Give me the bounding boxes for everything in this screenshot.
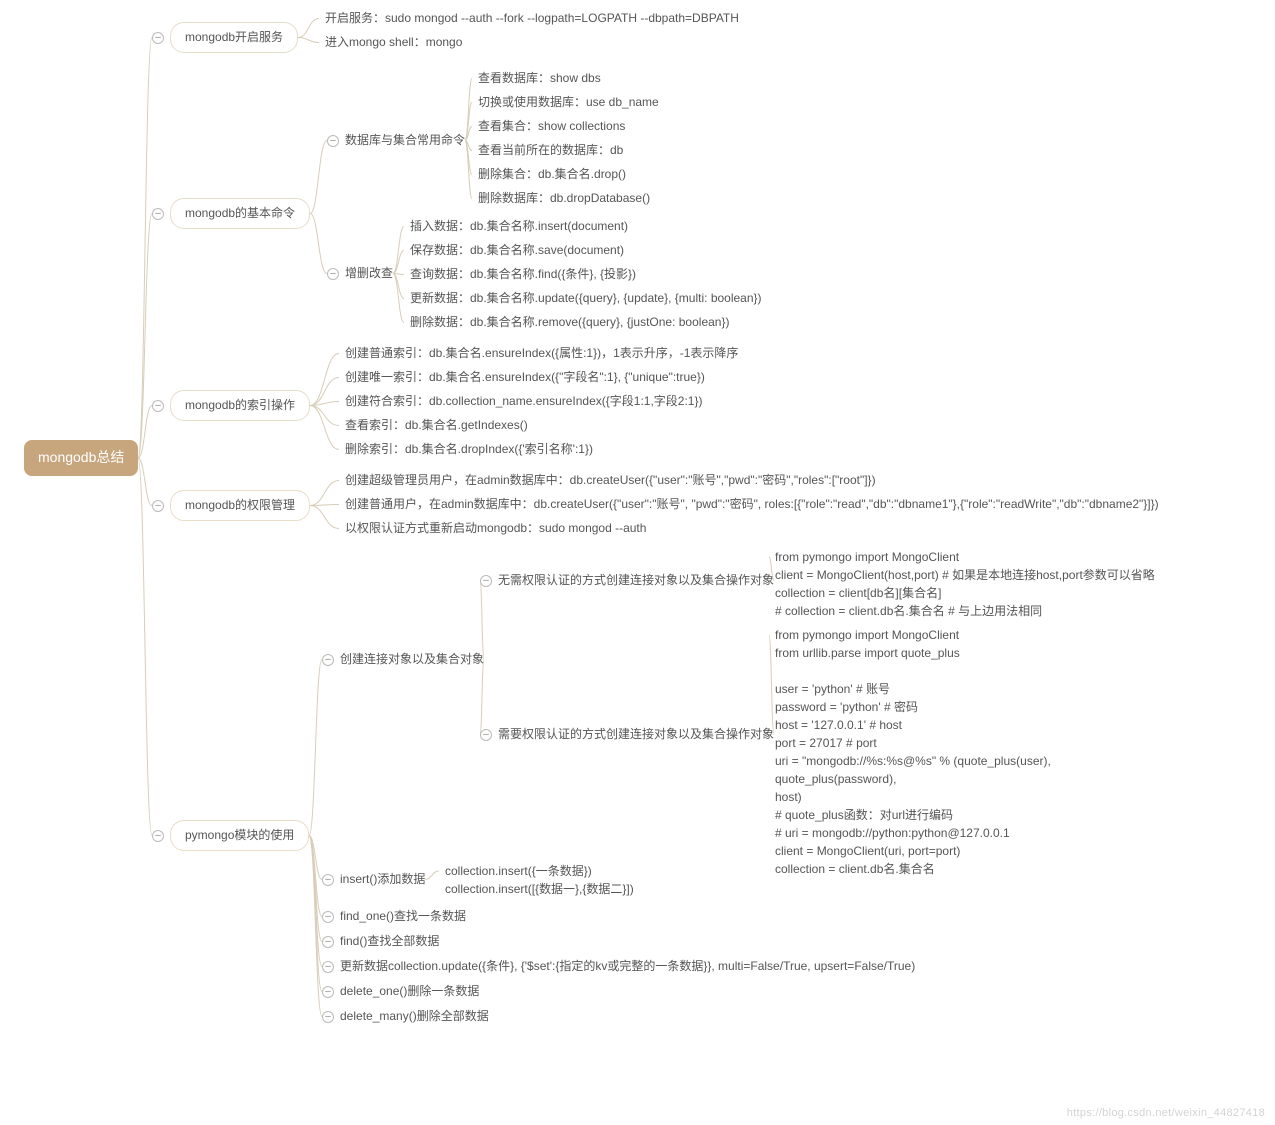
collapse-toggle-icon[interactable]: – bbox=[322, 961, 334, 973]
collapse-toggle-icon[interactable]: – bbox=[327, 268, 339, 280]
root-node: mongodb总结 bbox=[24, 440, 138, 476]
branch-node: mongodb的权限管理 bbox=[170, 490, 310, 521]
leaf-text: 保存数据：db.集合名称.save(document) bbox=[410, 242, 624, 259]
leaf-text: 删除数据：db.集合名称.remove({query}, {justOne: b… bbox=[410, 314, 729, 331]
collapse-toggle-icon[interactable]: – bbox=[152, 830, 164, 842]
collapse-toggle-icon[interactable]: – bbox=[152, 500, 164, 512]
branch-node: mongodb的索引操作 bbox=[170, 390, 310, 421]
sub-node: 无需权限认证的方式创建连接对象以及集合操作对象 bbox=[498, 572, 774, 589]
collapse-toggle-icon[interactable]: – bbox=[152, 208, 164, 220]
branch-node: mongodb的基本命令 bbox=[170, 198, 310, 229]
leaf-text: 创建唯一索引：db.集合名.ensureIndex({"字段名":1}, {"u… bbox=[345, 369, 705, 386]
sub-node: 数据库与集合常用命令 bbox=[345, 132, 465, 149]
leaf-text: 删除集合：db.集合名.drop() bbox=[478, 166, 626, 183]
leaf-text: 进入mongo shell：mongo bbox=[325, 34, 462, 51]
leaf-text: 切换或使用数据库：use db_name bbox=[478, 94, 659, 111]
collapse-toggle-icon[interactable]: – bbox=[322, 874, 334, 886]
sub-node: insert()添加数据 bbox=[340, 871, 425, 888]
collapse-toggle-icon[interactable]: – bbox=[322, 654, 334, 666]
leaf-text: from pymongo import MongoClient client =… bbox=[775, 548, 1155, 620]
collapse-toggle-icon[interactable]: – bbox=[480, 575, 492, 587]
leaf-text: find_one()查找一条数据 bbox=[340, 908, 466, 925]
leaf-text: 以权限认证方式重新启动mongodb：sudo mongod --auth bbox=[345, 520, 646, 537]
leaf-text: 创建符合索引：db.collection_name.ensureIndex({字… bbox=[345, 393, 703, 410]
leaf-text: 删除索引：db.集合名.dropIndex({'索引名称':1}) bbox=[345, 441, 593, 458]
leaf-text: 查看当前所在的数据库：db bbox=[478, 142, 623, 159]
collapse-toggle-icon[interactable]: – bbox=[327, 135, 339, 147]
leaf-text: find()查找全部数据 bbox=[340, 933, 439, 950]
leaf-text: 创建超级管理员用户，在admin数据库中：db.createUser({"use… bbox=[345, 472, 876, 489]
leaf-text: 更新数据collection.update({条件}, {'$set':{指定的… bbox=[340, 958, 915, 975]
sub-node: 需要权限认证的方式创建连接对象以及集合操作对象 bbox=[498, 726, 774, 743]
leaf-text: 更新数据：db.集合名称.update({query}, {update}, {… bbox=[410, 290, 762, 307]
leaf-text: 开启服务：sudo mongod --auth --fork --logpath… bbox=[325, 10, 739, 27]
collapse-toggle-icon[interactable]: – bbox=[322, 936, 334, 948]
collapse-toggle-icon[interactable]: – bbox=[322, 1011, 334, 1023]
leaf-text: 插入数据：db.集合名称.insert(document) bbox=[410, 218, 628, 235]
leaf-text: 删除数据库：db.dropDatabase() bbox=[478, 190, 650, 207]
leaf-text: 创建普通索引：db.集合名.ensureIndex({属性:1})，1表示升序，… bbox=[345, 345, 738, 362]
sub-node: 增删改查 bbox=[345, 265, 393, 282]
branch-node: pymongo模块的使用 bbox=[170, 820, 309, 851]
leaf-text: delete_one()删除一条数据 bbox=[340, 983, 479, 1000]
leaf-text: 查询数据：db.集合名称.find({条件}, {投影}) bbox=[410, 266, 636, 283]
leaf-text: 查看集合：show collections bbox=[478, 118, 625, 135]
leaf-text: 查看索引：db.集合名.getIndexes() bbox=[345, 417, 528, 434]
collapse-toggle-icon[interactable]: – bbox=[322, 911, 334, 923]
leaf-text: collection.insert({一条数据}) collection.ins… bbox=[445, 862, 634, 898]
collapse-toggle-icon[interactable]: – bbox=[152, 32, 164, 44]
leaf-text: delete_many()删除全部数据 bbox=[340, 1008, 489, 1025]
leaf-text: 创建普通用户，在admin数据库中：db.createUser({"user":… bbox=[345, 496, 1159, 513]
leaf-text: from pymongo import MongoClient from url… bbox=[775, 626, 1051, 878]
sub-node: 创建连接对象以及集合对象 bbox=[340, 651, 484, 668]
branch-node: mongodb开启服务 bbox=[170, 22, 298, 53]
watermark: https://blog.csdn.net/weixin_44827418 bbox=[1067, 1107, 1265, 1119]
leaf-text: 查看数据库：show dbs bbox=[478, 70, 601, 87]
collapse-toggle-icon[interactable]: – bbox=[322, 986, 334, 998]
collapse-toggle-icon[interactable]: – bbox=[152, 400, 164, 412]
collapse-toggle-icon[interactable]: – bbox=[480, 729, 492, 741]
